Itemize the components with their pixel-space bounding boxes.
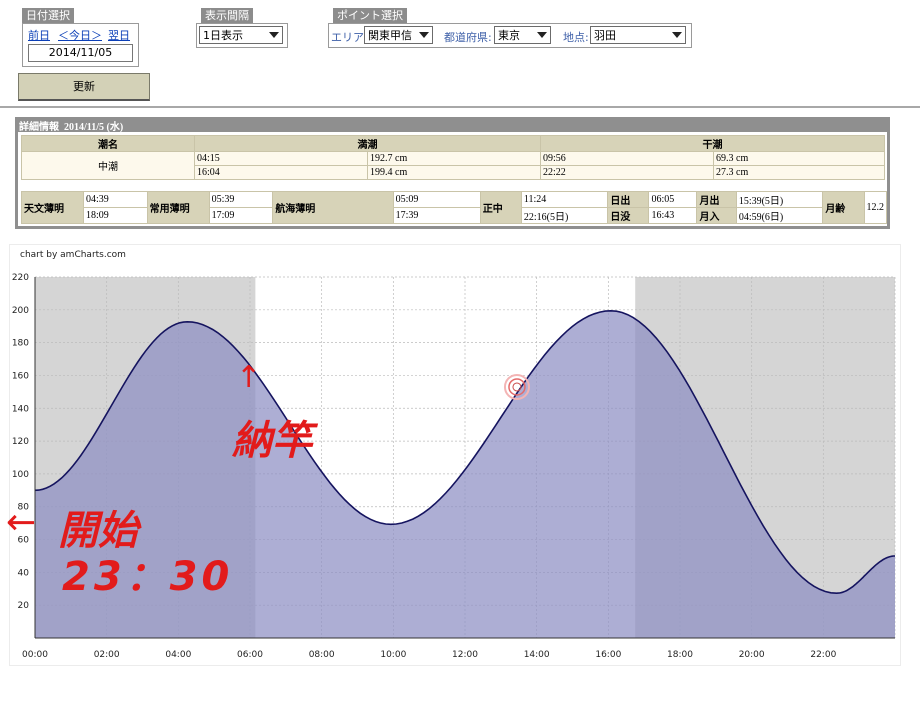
x-tick-label: 22:00 [810, 650, 836, 660]
y-tick-label: 40 [18, 568, 30, 578]
y-tick-label: 120 [12, 437, 29, 447]
x-tick-label: 06:00 [237, 650, 263, 660]
y-tick-label: 100 [12, 470, 29, 480]
x-tick-label: 16:00 [595, 650, 621, 660]
y-tick-label: 200 [12, 306, 29, 316]
annotation-left-arrow: ← [6, 502, 37, 543]
annotation-start-time: 23：30 [62, 554, 234, 600]
tide-chart[interactable]: 2040608010012014016018020022000:00 02:00 0… [0, 0, 920, 718]
annotation-up-arrow: ↑ [236, 360, 262, 395]
x-tick-label: 02:00 [94, 650, 120, 660]
annotation-finish: 納竿 [232, 418, 312, 464]
y-tick-label: 160 [12, 371, 29, 381]
x-tick-label: 20:00 [739, 650, 765, 660]
x-tick-label: 18:00 [667, 650, 693, 660]
y-tick-label: 140 [12, 404, 29, 414]
y-tick-label: 220 [12, 273, 29, 283]
x-tick-label: 00:00 [22, 650, 48, 660]
x-tick-label: 04:00 [165, 650, 191, 660]
x-tick-label: 10:00 [380, 650, 406, 660]
y-tick-label: 180 [12, 339, 29, 349]
x-tick-label: 08:00 [309, 650, 335, 660]
y-tick-label: 20 [18, 601, 30, 611]
x-tick-label: 12:00 [452, 650, 478, 660]
x-tick-label: 14:00 [524, 650, 550, 660]
